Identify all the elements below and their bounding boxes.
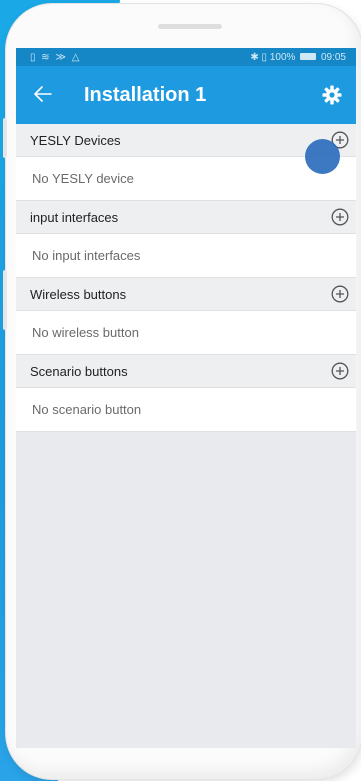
list-item: No input interfaces xyxy=(16,234,356,278)
section-header-wireless-buttons: Wireless buttons xyxy=(16,278,356,311)
add-circle-icon[interactable] xyxy=(330,361,350,381)
empty-state-text: No YESLY device xyxy=(32,171,134,186)
section-title: Wireless buttons xyxy=(30,286,127,302)
section-title: YESLY Devices xyxy=(30,132,121,148)
status-bar: ▯ ≋ ≫ △ ✱ ▯ 100% 09:05 xyxy=(16,48,356,66)
bluetooth-icon: ✱ xyxy=(250,51,259,63)
app-bar: Installation 1 xyxy=(16,66,356,124)
section-header-input-interfaces: input interfaces xyxy=(16,201,356,234)
add-circle-icon[interactable] xyxy=(330,207,350,227)
warning-icon: △ xyxy=(71,51,80,63)
phone-side-button xyxy=(3,270,7,330)
arrow-left-icon[interactable] xyxy=(34,84,64,106)
status-time: 09:05 xyxy=(320,51,346,63)
battery-percent: 100% xyxy=(269,51,296,63)
cast-icon: ≫ xyxy=(55,51,66,63)
empty-state-text: No scenario button xyxy=(32,402,142,417)
status-right: ✱ ▯ 100% 09:05 xyxy=(250,52,346,63)
section-header-scenario-buttons: Scenario buttons xyxy=(16,355,356,388)
battery-icon xyxy=(300,53,317,61)
list-item: No scenario button xyxy=(16,388,356,432)
empty-state-text: No input interfaces xyxy=(32,248,141,263)
status-left-icons: ▯ ≋ ≫ △ xyxy=(30,52,82,63)
section-title: input interfaces xyxy=(30,209,119,225)
page-title: Installation 1 xyxy=(84,83,207,106)
list-item: No wireless button xyxy=(16,311,356,355)
vibrate-icon: ▯ xyxy=(261,51,268,63)
empty-state-text: No wireless button xyxy=(32,325,139,340)
gear-icon[interactable] xyxy=(320,83,344,107)
add-circle-icon[interactable] xyxy=(330,284,350,304)
list-item: No YESLY device xyxy=(16,157,356,201)
touch-indicator xyxy=(305,139,340,174)
phone-side-button xyxy=(3,118,7,158)
phone-speaker xyxy=(158,24,222,29)
section-title: Scenario buttons xyxy=(30,363,128,379)
sim-icon: ▯ xyxy=(30,51,36,63)
wifi-icon: ≋ xyxy=(41,51,50,63)
